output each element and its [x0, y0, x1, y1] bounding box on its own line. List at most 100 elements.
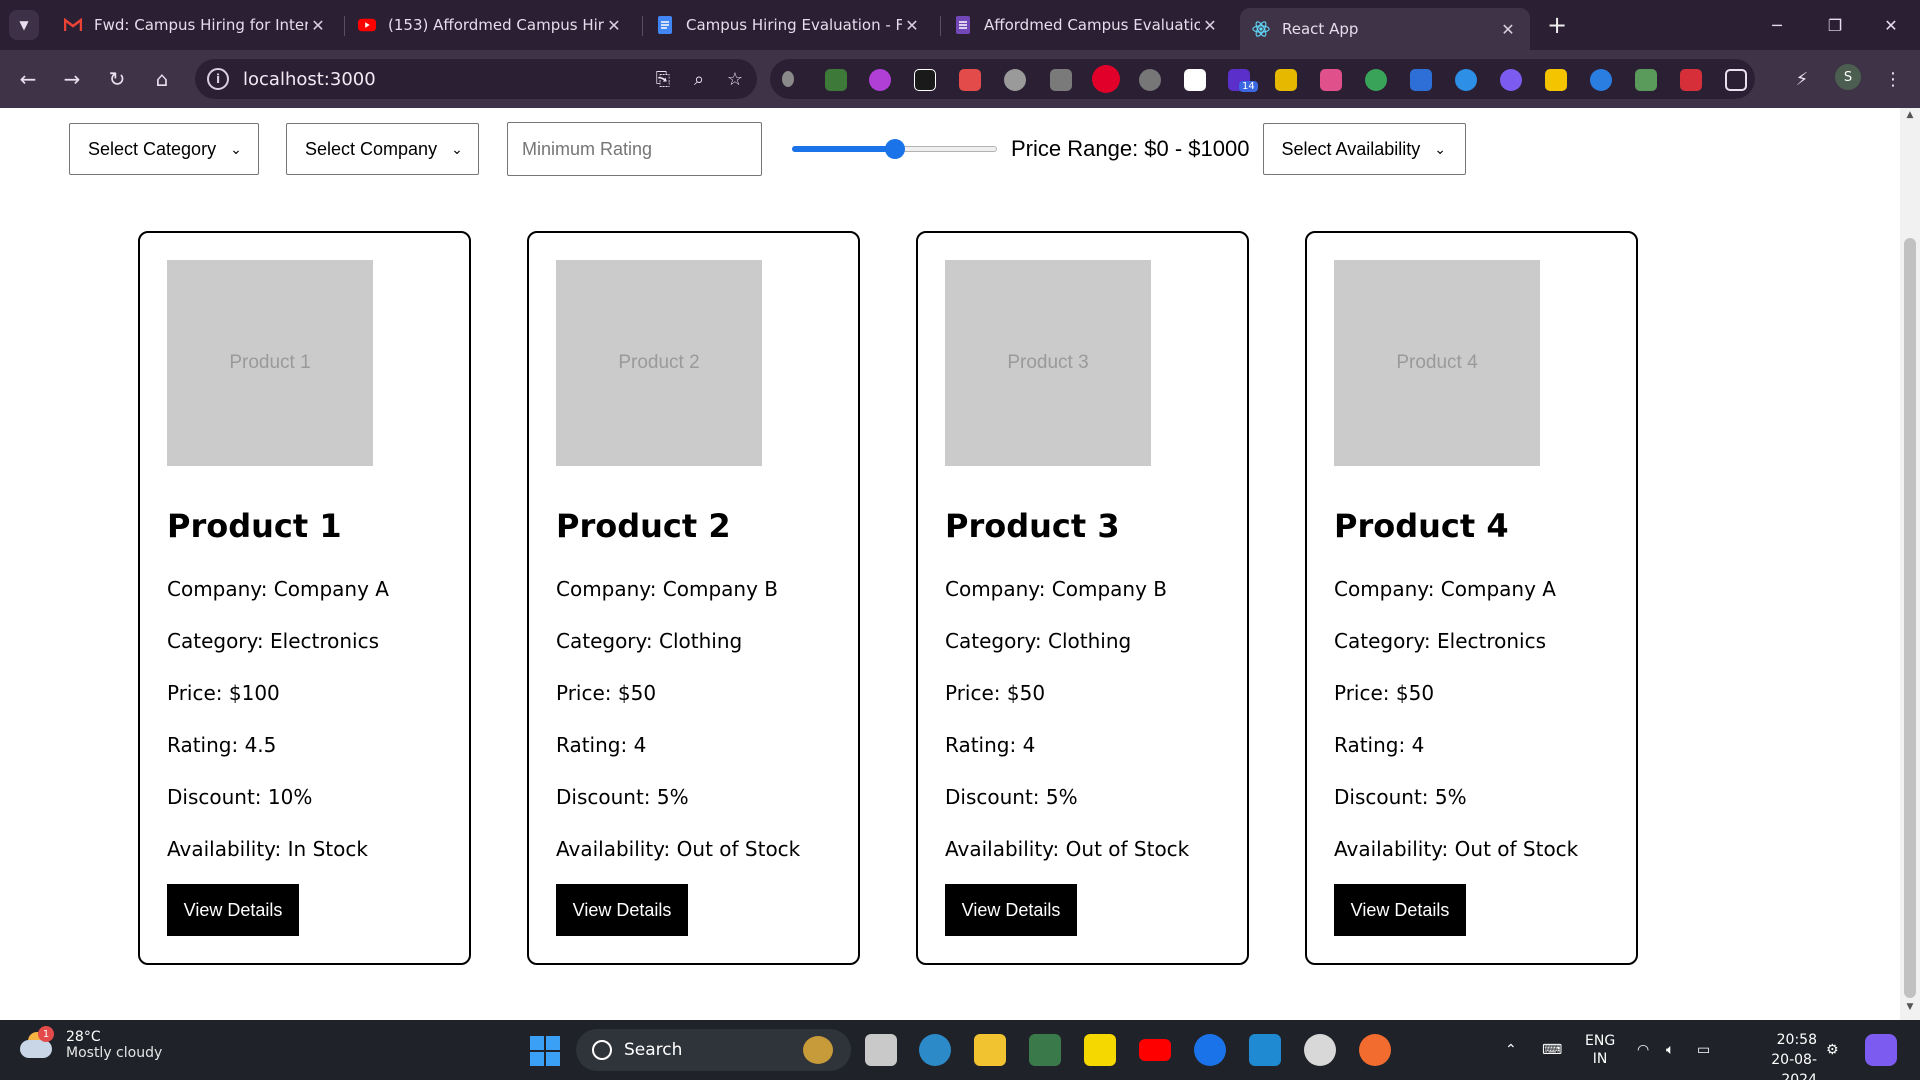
extension-icon[interactable] [1500, 69, 1522, 91]
close-icon[interactable]: ✕ [604, 16, 624, 35]
bookmark-star-icon[interactable]: ☆ [721, 65, 749, 93]
youtube-app-icon[interactable] [1139, 1039, 1171, 1061]
product-rating: Rating: 4 [556, 733, 647, 757]
slider-knob[interactable] [885, 139, 905, 159]
home-button[interactable]: ⌂ [146, 63, 178, 95]
weather-temperature: 28°C [66, 1029, 101, 1045]
taskbar-search[interactable]: Search [576, 1029, 851, 1071]
product-company: Company: Company B [556, 577, 779, 601]
extension-icon[interactable] [959, 69, 981, 91]
minimum-rating-input[interactable]: Minimum Rating [507, 122, 762, 176]
file-explorer-icon[interactable] [974, 1034, 1006, 1066]
tab-google-docs[interactable]: Campus Hiring Evaluation - Full ✕ [644, 8, 934, 42]
volume-icon[interactable]: 🔈︎ [1666, 1020, 1674, 1080]
extension-icon[interactable] [914, 69, 936, 91]
url-text[interactable]: localhost:3000 [243, 69, 649, 90]
minimize-button[interactable]: ─ [1748, 0, 1806, 50]
close-icon[interactable]: ✕ [1200, 16, 1220, 35]
windows-taskbar: 1 28°C Mostly cloudy Search ⌃ ⌨ ENG IN ◠… [0, 1020, 1920, 1080]
performance-icon[interactable]: ⚡ [1787, 64, 1817, 94]
view-details-button[interactable]: View Details [945, 884, 1077, 936]
scrollbar-thumb[interactable] [1904, 238, 1916, 998]
extension-icon[interactable] [1410, 69, 1432, 91]
page-scrollbar[interactable]: ▲ ▼ [1900, 108, 1920, 1020]
close-window-button[interactable]: ✕ [1862, 0, 1920, 50]
close-icon[interactable]: ✕ [308, 16, 328, 35]
extensions-puzzle-icon[interactable] [1725, 69, 1747, 91]
extension-icon[interactable] [1590, 69, 1612, 91]
settings-gear-icon[interactable]: ⚙ [1826, 1020, 1839, 1080]
weather-widget[interactable]: 1 28°C Mostly cloudy [18, 1026, 162, 1062]
profile-avatar[interactable]: S [1835, 64, 1861, 90]
google-docs-icon [656, 16, 674, 34]
forward-button[interactable]: → [56, 63, 88, 95]
vscode-icon[interactable] [1249, 1034, 1281, 1066]
new-tab-button[interactable]: + [1542, 10, 1572, 40]
extension-icon[interactable] [1092, 65, 1120, 93]
view-details-button[interactable]: View Details [556, 884, 688, 936]
postman-icon[interactable] [1359, 1034, 1391, 1066]
scroll-down-icon[interactable]: ▼ [1900, 1002, 1920, 1018]
tab-gmail[interactable]: Fwd: Campus Hiring for Interns ✕ [52, 8, 340, 42]
extension-icon[interactable] [782, 71, 794, 87]
grammarly-icon[interactable] [1004, 69, 1026, 91]
product-discount: Discount: 10% [167, 785, 313, 809]
keyboard-icon[interactable]: ⌨ [1542, 1020, 1562, 1080]
extension-icon[interactable] [1635, 69, 1657, 91]
back-button[interactable]: ← [12, 63, 44, 95]
extension-icon[interactable] [1455, 69, 1477, 91]
extension-icon[interactable] [1050, 69, 1072, 91]
search-icon [592, 1040, 612, 1060]
show-hidden-icons[interactable]: ⌃ [1505, 1020, 1517, 1080]
extension-icon[interactable] [825, 69, 847, 91]
view-details-button[interactable]: View Details [167, 884, 299, 936]
menu-icon[interactable]: ⋮ [1878, 64, 1908, 94]
slider-fill [792, 146, 895, 152]
wifi-icon[interactable]: ◠ [1637, 1020, 1649, 1080]
tab-google-forms[interactable]: Affordmed Campus Evaluation | ✕ [942, 8, 1232, 42]
extension-icon[interactable] [1275, 69, 1297, 91]
product-card: Product 1 Product 1 Company: Company A C… [138, 231, 471, 965]
restore-button[interactable]: ❐ [1806, 0, 1864, 50]
close-icon[interactable]: ✕ [902, 16, 922, 35]
app-icon[interactable] [1029, 1034, 1061, 1066]
close-icon[interactable]: ✕ [1498, 20, 1518, 39]
extension-icon[interactable] [1320, 69, 1342, 91]
extensions-bar: 14 [770, 59, 1755, 99]
system-clock[interactable]: 20:58 20-08-2024 [1737, 1030, 1817, 1080]
view-details-button[interactable]: View Details [1334, 884, 1466, 936]
sticky-notes-icon[interactable] [1084, 1034, 1116, 1066]
company-select[interactable]: Select Company ⌄ [286, 123, 479, 175]
tab-search-button[interactable]: ▼ [9, 10, 39, 40]
extension-icon[interactable] [1545, 69, 1567, 91]
install-app-icon[interactable]: ⎘ [649, 65, 677, 93]
zoom-icon[interactable]: ⌕ [685, 65, 713, 93]
tab-react-app[interactable]: React App ✕ [1240, 8, 1530, 50]
clock-app-icon[interactable] [1304, 1034, 1336, 1066]
chrome-icon[interactable] [1194, 1034, 1226, 1066]
product-rating: Rating: 4 [1334, 733, 1425, 757]
task-view-icon[interactable] [865, 1034, 897, 1066]
tab-youtube[interactable]: (153) Affordmed Campus Hiring ✕ [346, 8, 636, 42]
product-availability: Availability: Out of Stock [945, 837, 1190, 861]
availability-select[interactable]: Select Availability ⌄ [1262, 123, 1466, 175]
reload-button[interactable]: ↻ [101, 63, 133, 95]
extension-icon[interactable] [1139, 69, 1161, 91]
tab-title: Affordmed Campus Evaluation | [984, 16, 1200, 34]
product-category: Category: Clothing [945, 629, 1132, 653]
edge-icon[interactable] [919, 1034, 951, 1066]
scroll-up-icon[interactable]: ▲ [1900, 110, 1920, 126]
extension-icon[interactable] [1184, 69, 1206, 91]
extension-icon[interactable] [869, 69, 891, 91]
site-info-icon[interactable]: i [207, 68, 229, 90]
category-select[interactable]: Select Category ⌄ [69, 123, 259, 175]
clock-date: 20-08-2024 [1771, 1052, 1817, 1080]
address-bar[interactable]: i localhost:3000 ⎘ ⌕ ☆ [195, 59, 757, 99]
price-range-slider[interactable] [792, 139, 997, 159]
extension-icon[interactable] [1365, 69, 1387, 91]
language-indicator[interactable]: ENG IN [1585, 1032, 1615, 1068]
extension-icon[interactable] [1680, 69, 1702, 91]
copilot-icon[interactable] [1865, 1034, 1897, 1066]
battery-icon[interactable]: ▭ [1697, 1020, 1710, 1080]
start-button[interactable] [530, 1036, 560, 1066]
